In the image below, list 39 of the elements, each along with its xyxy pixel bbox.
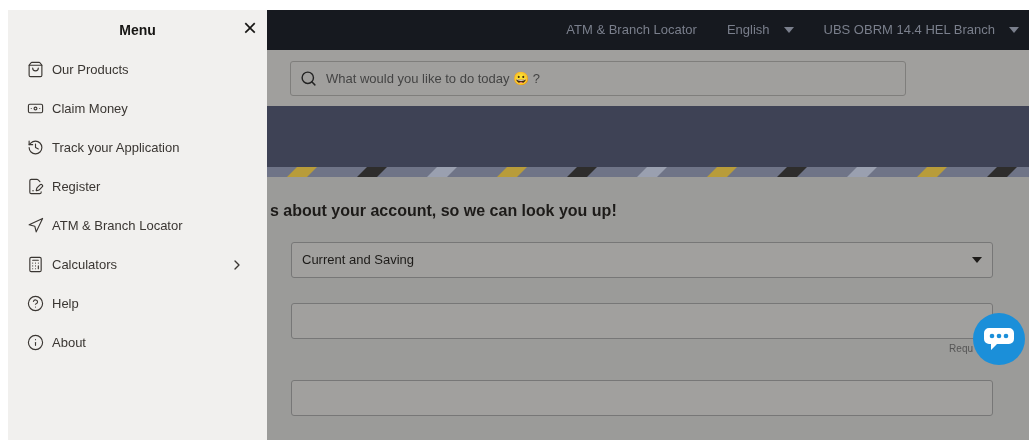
search-icon [300,69,317,87]
document-pen-icon [27,178,44,195]
account-type-select[interactable]: Current and Saving [291,242,993,278]
caret-down-icon [783,27,794,33]
input-field[interactable] [291,303,993,339]
speech-bubble-icon [983,326,1015,352]
navigation-arrow-icon [27,217,44,234]
menu-item-label: Claim Money [52,99,129,118]
menu-item[interactable]: Track your Application [8,128,267,167]
menu-item[interactable]: Help [8,284,267,323]
menu-item-label: Track your Application [52,138,181,157]
history-icon [27,139,44,156]
menu-item[interactable]: About [8,323,267,362]
menu-item-label: ATM & Branch Locator [52,216,184,235]
menu-item[interactable]: Claim Money [8,89,267,128]
calculator-icon [27,256,44,273]
form-heading: s about your account, so we can look you up! [270,202,617,219]
menu-item-label: Register [52,177,102,196]
menu-item-label: Our Products [52,60,130,79]
search-field[interactable]: What would you like to do today 😀 ? [290,60,906,96]
menu-item[interactable]: Calculators [8,245,267,284]
input-field[interactable] [291,380,993,416]
info-icon [27,334,44,351]
bag-icon [27,61,44,78]
menu-item[interactable]: Register [8,167,267,206]
menu-title: Menu [119,20,156,40]
menu-item-label: About [52,333,87,352]
top-bar-link[interactable]: ATM & Branch Locator [566,20,697,40]
required-hint: Requ [949,342,974,355]
top-bar-link[interactable]: English [726,20,770,40]
close-button[interactable]: × [243,14,257,42]
caret-down-icon [972,257,982,263]
menu-item[interactable]: Our Products [8,50,267,89]
menu-item-label: Help [52,294,80,313]
top-bar-link[interactable]: UBS OBRM 14.4 HEL Branch [823,20,995,40]
caret-down-icon [1009,27,1019,33]
help-icon [27,295,44,312]
menu-item-label: Calculators [52,255,119,274]
menu-item[interactable]: ATM & Branch Locator [8,206,267,245]
